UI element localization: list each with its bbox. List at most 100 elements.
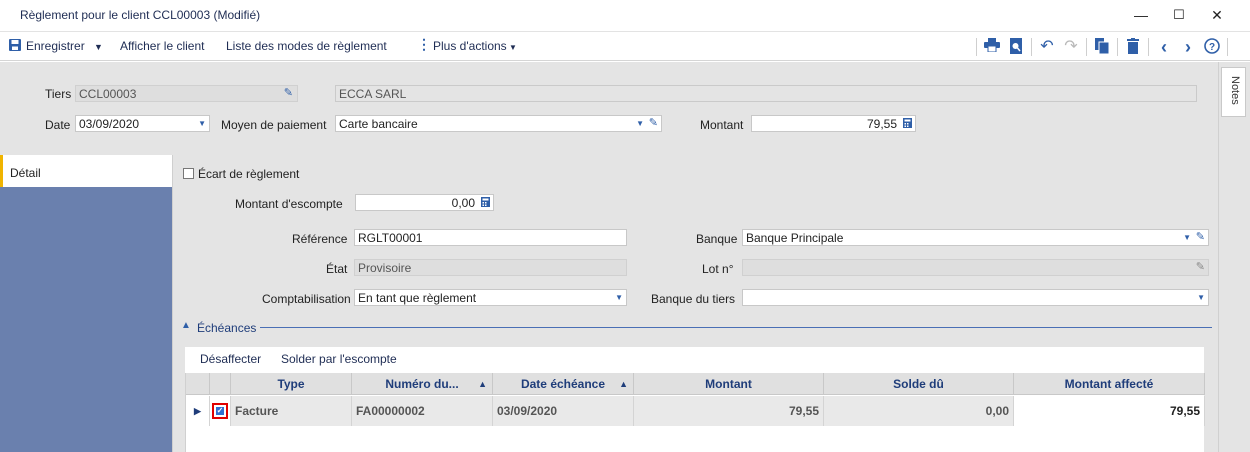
edit-pencil-icon: ✎	[1195, 261, 1205, 273]
payment-method-field[interactable]: Carte bancaire ▼ ✎	[335, 115, 662, 132]
sort-ascending-icon: ▲	[478, 379, 487, 389]
cell-montant: 79,55	[634, 396, 824, 426]
title-bar: Règlement pour le client CCL00003 (Modif…	[0, 0, 1250, 30]
maximize-button[interactable]: ☐	[1164, 4, 1194, 26]
header-panel	[0, 62, 1218, 155]
banque-tiers-label: Banque du tiers	[651, 292, 736, 306]
more-actions-dropdown-icon[interactable]: ▼	[509, 43, 517, 52]
calculator-icon[interactable]	[481, 195, 490, 210]
table-row-select[interactable]: ✓	[210, 396, 231, 426]
calculator-icon[interactable]	[903, 116, 912, 131]
undo-icon[interactable]: ↶	[1038, 38, 1056, 56]
cell-type: Facture	[231, 396, 352, 426]
tiers-code-field[interactable]: CCL00003 ✎	[75, 85, 298, 102]
amount-label: Montant	[700, 118, 744, 132]
amount-value: 79,55	[866, 117, 897, 131]
notes-tab[interactable]: Notes	[1221, 67, 1246, 117]
column-header-solde[interactable]: Solde dû	[824, 373, 1014, 395]
escompte-value: 0,00	[451, 196, 475, 210]
delete-icon[interactable]	[1124, 38, 1142, 56]
toolbar-divider	[976, 38, 977, 56]
help-icon[interactable]: ?	[1203, 38, 1221, 56]
sidebar-item-detail[interactable]: Détail	[0, 155, 172, 187]
comptabilisation-value: En tant que règlement	[358, 291, 477, 305]
print-icon[interactable]	[983, 38, 1001, 56]
more-actions-icon[interactable]: ⋮	[417, 36, 431, 53]
notes-tab-label: Notes	[1229, 76, 1241, 105]
column-header-type[interactable]: Type	[231, 373, 352, 395]
cell-affecte[interactable]: 79,55	[1014, 396, 1205, 426]
banque-value: Banque Principale	[746, 231, 844, 245]
more-actions-button[interactable]: Plus d'actions	[433, 39, 507, 53]
comptabilisation-label: Comptabilisation	[262, 292, 351, 306]
duplicate-icon[interactable]	[1093, 38, 1111, 56]
collapse-chevron-icon[interactable]: ▲	[181, 320, 191, 331]
show-client-button[interactable]: Afficher le client	[120, 39, 205, 53]
edit-pencil-icon[interactable]: ✎	[284, 86, 293, 101]
column-header-date-label: Date échéance	[520, 377, 606, 391]
amount-field[interactable]: 79,55	[751, 115, 916, 132]
comptabilisation-field[interactable]: En tant que règlement ▼	[354, 289, 627, 306]
next-icon[interactable]: ›	[1179, 38, 1197, 56]
window-title: Règlement pour le client CCL00003 (Modif…	[20, 8, 261, 22]
edit-pencil-icon[interactable]: ✎	[649, 116, 658, 131]
tiers-name-field: ECCA SARL	[335, 85, 1197, 102]
section-divider	[260, 327, 1212, 328]
toolbar-divider	[1148, 38, 1149, 56]
cell-date: 03/09/2020	[493, 396, 634, 426]
previous-icon[interactable]: ‹	[1155, 38, 1173, 56]
save-icon[interactable]	[6, 38, 24, 56]
grid-header-select	[210, 373, 231, 395]
redo-icon[interactable]: ↷	[1062, 38, 1080, 56]
column-header-affecte[interactable]: Montant affecté	[1014, 373, 1205, 395]
banque-label: Banque	[696, 232, 738, 246]
close-button[interactable]: ✕	[1202, 4, 1232, 26]
detail-sidebar: Détail	[0, 155, 172, 452]
banque-tiers-field[interactable]: ▼	[742, 289, 1209, 306]
desaffecter-button[interactable]: Désaffecter	[200, 352, 261, 366]
toolbar-divider	[1086, 38, 1087, 56]
save-dropdown-icon[interactable]: ▼	[94, 42, 103, 52]
solder-escompte-button[interactable]: Solder par l'escompte	[281, 352, 397, 366]
etat-field: Provisoire	[354, 259, 627, 276]
banque-field[interactable]: Banque Principale ▼ ✎	[742, 229, 1209, 246]
chevron-down-icon[interactable]: ▼	[1183, 230, 1191, 245]
cell-numero: FA00000002	[352, 396, 493, 426]
lot-label: Lot n°	[702, 262, 734, 276]
date-value: 03/09/2020	[79, 117, 140, 131]
tiers-code-value: CCL00003	[79, 87, 137, 101]
payment-method-value: Carte bancaire	[339, 117, 418, 131]
toolbar-divider	[1031, 38, 1032, 56]
escompte-label: Montant d'escompte	[235, 197, 343, 211]
print-preview-icon[interactable]	[1007, 38, 1025, 56]
svg-text:?: ?	[1209, 42, 1215, 53]
ecart-checkbox[interactable]	[183, 168, 194, 179]
date-field[interactable]: 03/09/2020 ▼	[75, 115, 210, 132]
cell-solde: 0,00	[824, 396, 1014, 426]
minimize-button[interactable]: —	[1126, 4, 1156, 26]
etat-label: État	[326, 262, 348, 276]
save-button[interactable]: Enregistrer	[26, 39, 85, 53]
escompte-field[interactable]: 0,00	[355, 194, 494, 211]
chevron-down-icon[interactable]: ▼	[636, 116, 644, 131]
main-toolbar: Enregistrer ▼ Afficher le client Liste d…	[0, 31, 1250, 61]
checkmark-icon: ✓	[216, 406, 224, 415]
column-header-numero[interactable]: Numéro du... ▲	[352, 373, 493, 395]
column-header-montant[interactable]: Montant	[634, 373, 824, 395]
chevron-down-icon[interactable]: ▼	[615, 290, 623, 305]
ecart-label: Écart de règlement	[198, 167, 300, 181]
edit-pencil-icon[interactable]: ✎	[1196, 230, 1205, 245]
column-header-date[interactable]: Date échéance ▲	[493, 373, 634, 395]
reference-field[interactable]: RGLT00001	[354, 229, 627, 246]
chevron-down-icon[interactable]: ▼	[198, 116, 206, 131]
reference-label: Référence	[292, 232, 348, 246]
chevron-down-icon[interactable]: ▼	[1197, 290, 1205, 305]
tiers-label: Tiers	[45, 87, 72, 101]
payment-modes-button[interactable]: Liste des modes de règlement	[226, 39, 387, 53]
echeances-section-title[interactable]: Échéances	[197, 321, 256, 335]
tiers-name-value: ECCA SARL	[339, 87, 407, 101]
reference-value: RGLT00001	[358, 231, 423, 245]
column-header-numero-label: Numéro du...	[385, 377, 459, 391]
payment-method-label: Moyen de paiement	[221, 118, 327, 132]
row-checkbox[interactable]: ✓	[212, 403, 228, 419]
